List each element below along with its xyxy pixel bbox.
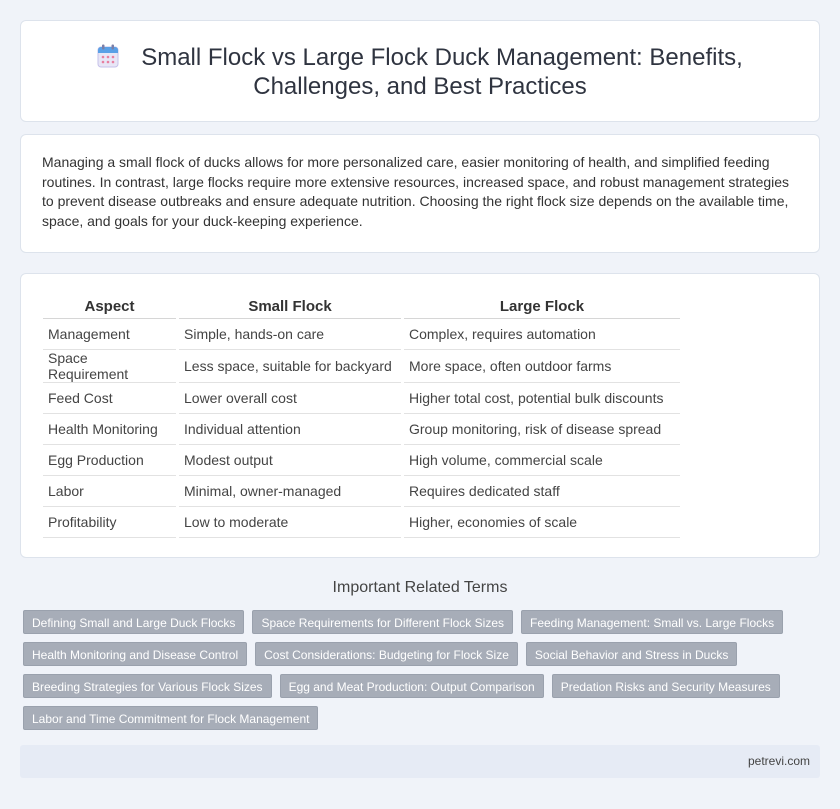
table-row: Management Simple, hands-on care Complex… (43, 319, 680, 350)
related-term-tag[interactable]: Labor and Time Commitment for Flock Mana… (23, 706, 319, 730)
related-term-tag[interactable]: Breeding Strategies for Various Flock Si… (23, 674, 272, 698)
table-cell: Complex, requires automation (404, 319, 680, 350)
table-row: Profitability Low to moderate Higher, ec… (43, 507, 680, 538)
table-cell: Group monitoring, risk of disease spread (404, 414, 680, 445)
table-cell: Feed Cost (43, 383, 176, 414)
title-line-1: Small Flock vs Large Flock Duck Manageme… (141, 44, 743, 71)
related-term-tag[interactable]: Egg and Meat Production: Output Comparis… (279, 674, 544, 698)
page-title: Small Flock vs Large Flock Duck Manageme… (21, 43, 819, 101)
related-terms-heading: Important Related Terms (332, 579, 508, 596)
table-header-row: Aspect Small Flock Large Flock (43, 294, 680, 319)
related-term-tag[interactable]: Feeding Management: Small vs. Large Floc… (521, 610, 784, 634)
related-term-tag[interactable]: Health Monitoring and Disease Control (23, 642, 248, 666)
table-row: Feed Cost Lower overall cost Higher tota… (43, 383, 680, 414)
footer-site-link[interactable]: petrevi.com (748, 754, 810, 768)
table-cell: Minimal, owner-managed (179, 476, 401, 507)
table-cell: Higher total cost, potential bulk discou… (404, 383, 680, 414)
table-cell: Profitability (43, 507, 176, 538)
calendar-icon (97, 44, 119, 68)
comparison-card: Aspect Small Flock Large Flock Managemen… (20, 273, 820, 558)
related-term-tag[interactable]: Defining Small and Large Duck Flocks (23, 610, 245, 634)
column-header-small-flock: Small Flock (179, 294, 401, 319)
table-cell: High volume, commercial scale (404, 445, 680, 476)
table-cell: Space Requirement (43, 350, 176, 383)
table-cell: Lower overall cost (179, 383, 401, 414)
related-term-tag[interactable]: Predation Risks and Security Measures (551, 674, 780, 698)
table-row: Egg Production Modest output High volume… (43, 445, 680, 476)
table-cell: Health Monitoring (43, 414, 176, 445)
related-term-tag[interactable]: Cost Considerations: Budgeting for Flock… (255, 642, 518, 666)
intro-paragraph: Managing a small flock of ducks allows f… (42, 154, 790, 229)
table-cell: Simple, hands-on care (179, 319, 401, 350)
footer-bar: petrevi.com (20, 745, 820, 778)
table-cell: Egg Production (43, 445, 176, 476)
column-header-large-flock: Large Flock (404, 294, 680, 319)
table-cell: Individual attention (179, 414, 401, 445)
title-card: Small Flock vs Large Flock Duck Manageme… (20, 20, 820, 122)
comparison-table: Aspect Small Flock Large Flock Managemen… (43, 294, 680, 538)
table-row: Space Requirement Less space, suitable f… (43, 350, 680, 383)
table-cell: Labor (43, 476, 176, 507)
title-line-2: Challenges, and Best Practices (253, 73, 587, 100)
table-cell: More space, often outdoor farms (404, 350, 680, 383)
related-term-tag[interactable]: Space Requirements for Different Flock S… (252, 610, 513, 634)
table-cell: Low to moderate (179, 507, 401, 538)
table-cell: Management (43, 319, 176, 350)
related-terms-list: Defining Small and Large Duck Flocks Spa… (23, 610, 813, 738)
table-cell: Less space, suitable for backyard (179, 350, 401, 383)
table-cell: Higher, economies of scale (404, 507, 680, 538)
related-term-tag[interactable]: Social Behavior and Stress in Ducks (525, 642, 738, 666)
table-cell: Requires dedicated staff (404, 476, 680, 507)
column-header-aspect: Aspect (43, 294, 176, 319)
intro-card: Managing a small flock of ducks allows f… (20, 134, 820, 253)
table-cell: Modest output (179, 445, 401, 476)
table-row: Labor Minimal, owner-managed Requires de… (43, 476, 680, 507)
table-row: Health Monitoring Individual attention G… (43, 414, 680, 445)
